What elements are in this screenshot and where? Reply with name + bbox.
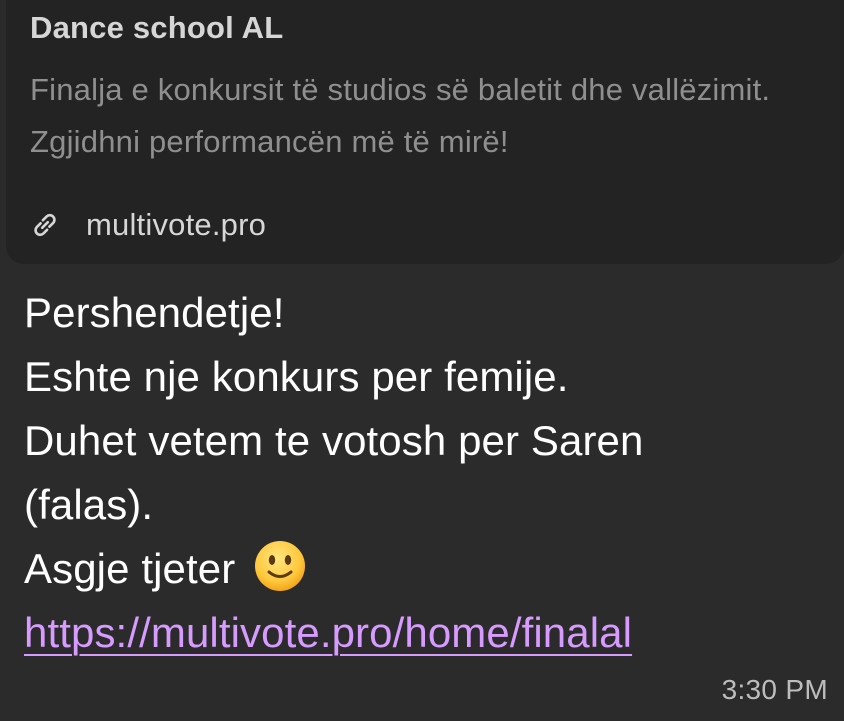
message-line-nothing-else: Asgje tjeter <box>24 537 824 601</box>
link-icon <box>30 210 60 240</box>
message-line-contest: Eshte nje konkurs per femije. <box>24 353 569 400</box>
link-preview-card[interactable]: Dance school AL Finalja e konkursit të s… <box>6 0 844 264</box>
message-line-greeting: Pershendetje! <box>24 289 285 336</box>
preview-domain-row[interactable]: multivote.pro <box>30 202 266 248</box>
message-line-nothing-else-text: Asgje tjeter <box>24 545 236 592</box>
preview-domain: multivote.pro <box>86 207 267 242</box>
preview-description: Finalja e konkursit të studios së baleti… <box>30 72 771 159</box>
message-text: Pershendetje! Eshte nje konkurs per femi… <box>24 281 824 665</box>
message-timestamp: 3:30 PM <box>721 674 828 705</box>
message-url-link[interactable]: https://multivote.pro/home/finalal <box>24 609 632 656</box>
message-url-line: https://multivote.pro/home/finalal <box>24 601 824 665</box>
message-line-vote: Duhet vetem te votosh per Saren <box>24 417 644 464</box>
preview-site-name: Dance school AL <box>30 10 284 45</box>
message-bubble: Dance school AL Finalja e konkursit të s… <box>0 0 844 721</box>
message-line-free: (falas). <box>24 481 154 528</box>
slightly-smiling-face-icon <box>253 539 307 593</box>
